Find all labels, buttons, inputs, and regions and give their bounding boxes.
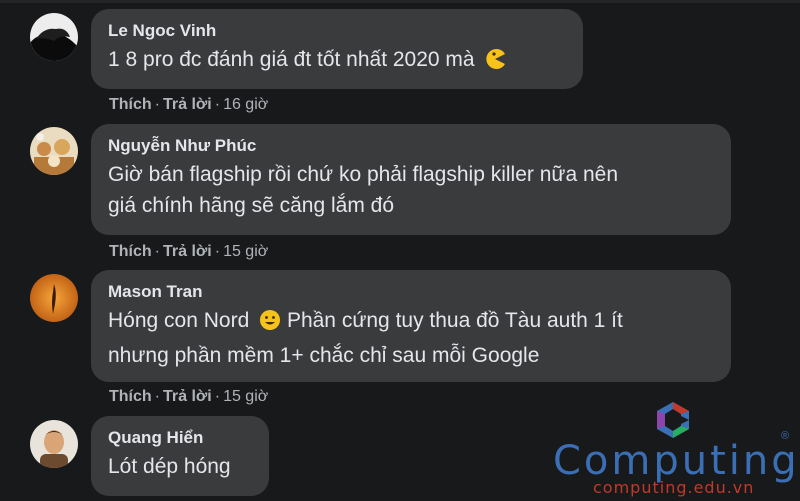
comment-actions: Thích · Trả lời · 15 giờ <box>109 243 268 261</box>
like-link[interactable]: Thích <box>109 96 152 113</box>
registered-mark: ® <box>781 430 790 442</box>
comment-line: Hóng con Nord <box>108 309 250 332</box>
avatar[interactable] <box>30 127 78 175</box>
comment-author[interactable]: Nguyễn Như Phúc <box>108 135 714 157</box>
comment-author[interactable]: Quang Hiển <box>108 427 252 449</box>
comment-author[interactable]: Le Ngoc Vinh <box>108 20 566 42</box>
separator: · <box>154 388 160 405</box>
avatar[interactable] <box>30 274 78 322</box>
reply-link[interactable]: Trả lời <box>163 388 212 405</box>
comment-text: Lót dép hóng <box>108 455 231 478</box>
timestamp[interactable]: 16 giờ <box>223 96 268 113</box>
comment-line: Phần cứng tuy thua đồ Tàu auth 1 ít <box>286 309 623 332</box>
avatar[interactable] <box>30 420 78 468</box>
like-link[interactable]: Thích <box>109 243 152 260</box>
comment-bubble: Le Ngoc Vinh 1 8 pro đc đánh giá đt tốt … <box>91 9 583 89</box>
comment-line: Giờ bán flagship rồi chứ ko phải flagshi… <box>108 163 618 186</box>
separator: · <box>154 96 160 113</box>
timestamp[interactable]: 15 giờ <box>223 243 268 260</box>
comment-text-content: 1 8 pro đc đánh giá đt tốt nhất 2020 mà <box>108 48 475 71</box>
reply-link[interactable]: Trả lời <box>163 96 212 113</box>
separator: · <box>214 243 221 260</box>
comment-line: giá chính hãng sẽ căng lắm đó <box>108 194 395 217</box>
top-edge <box>0 0 800 3</box>
comment-text: Giờ bán flagship rồi chứ ko phải flagshi… <box>108 159 714 221</box>
like-link[interactable]: Thích <box>109 388 152 405</box>
timestamp[interactable]: 15 giờ <box>223 388 268 405</box>
smile-emoji <box>259 309 281 340</box>
comment-author[interactable]: Mason Tran <box>108 281 714 303</box>
comment-actions: Thích · Trả lời · 16 giờ <box>109 96 268 114</box>
comment-actions: Thích · Trả lời · 15 giờ <box>109 388 268 406</box>
pacman-emoji <box>484 48 506 79</box>
reply-link[interactable]: Trả lời <box>163 243 212 260</box>
comment-line: nhưng phần mềm 1+ chắc chỉ sau mỗi Googl… <box>108 344 540 367</box>
computing-watermark: Computing ® computing.edu.vn <box>553 400 797 500</box>
separator: · <box>214 96 221 113</box>
comment-text: 1 8 pro đc đánh giá đt tốt nhất 2020 mà <box>108 44 566 79</box>
separator: · <box>214 388 221 405</box>
separator: · <box>154 243 160 260</box>
comment-bubble: Mason Tran Hóng con Nord Phần cứng tuy t… <box>91 270 731 382</box>
avatar[interactable] <box>30 13 78 61</box>
comment-bubble: Quang Hiển Lót dép hóng <box>91 416 269 496</box>
comment-text: Hóng con Nord Phần cứng tuy thua đồ Tàu … <box>108 305 714 371</box>
brand-url: computing.edu.vn <box>593 478 755 497</box>
computing-logo-icon <box>657 402 689 438</box>
comment-bubble: Nguyễn Như Phúc Giờ bán flagship rồi chứ… <box>91 124 731 235</box>
